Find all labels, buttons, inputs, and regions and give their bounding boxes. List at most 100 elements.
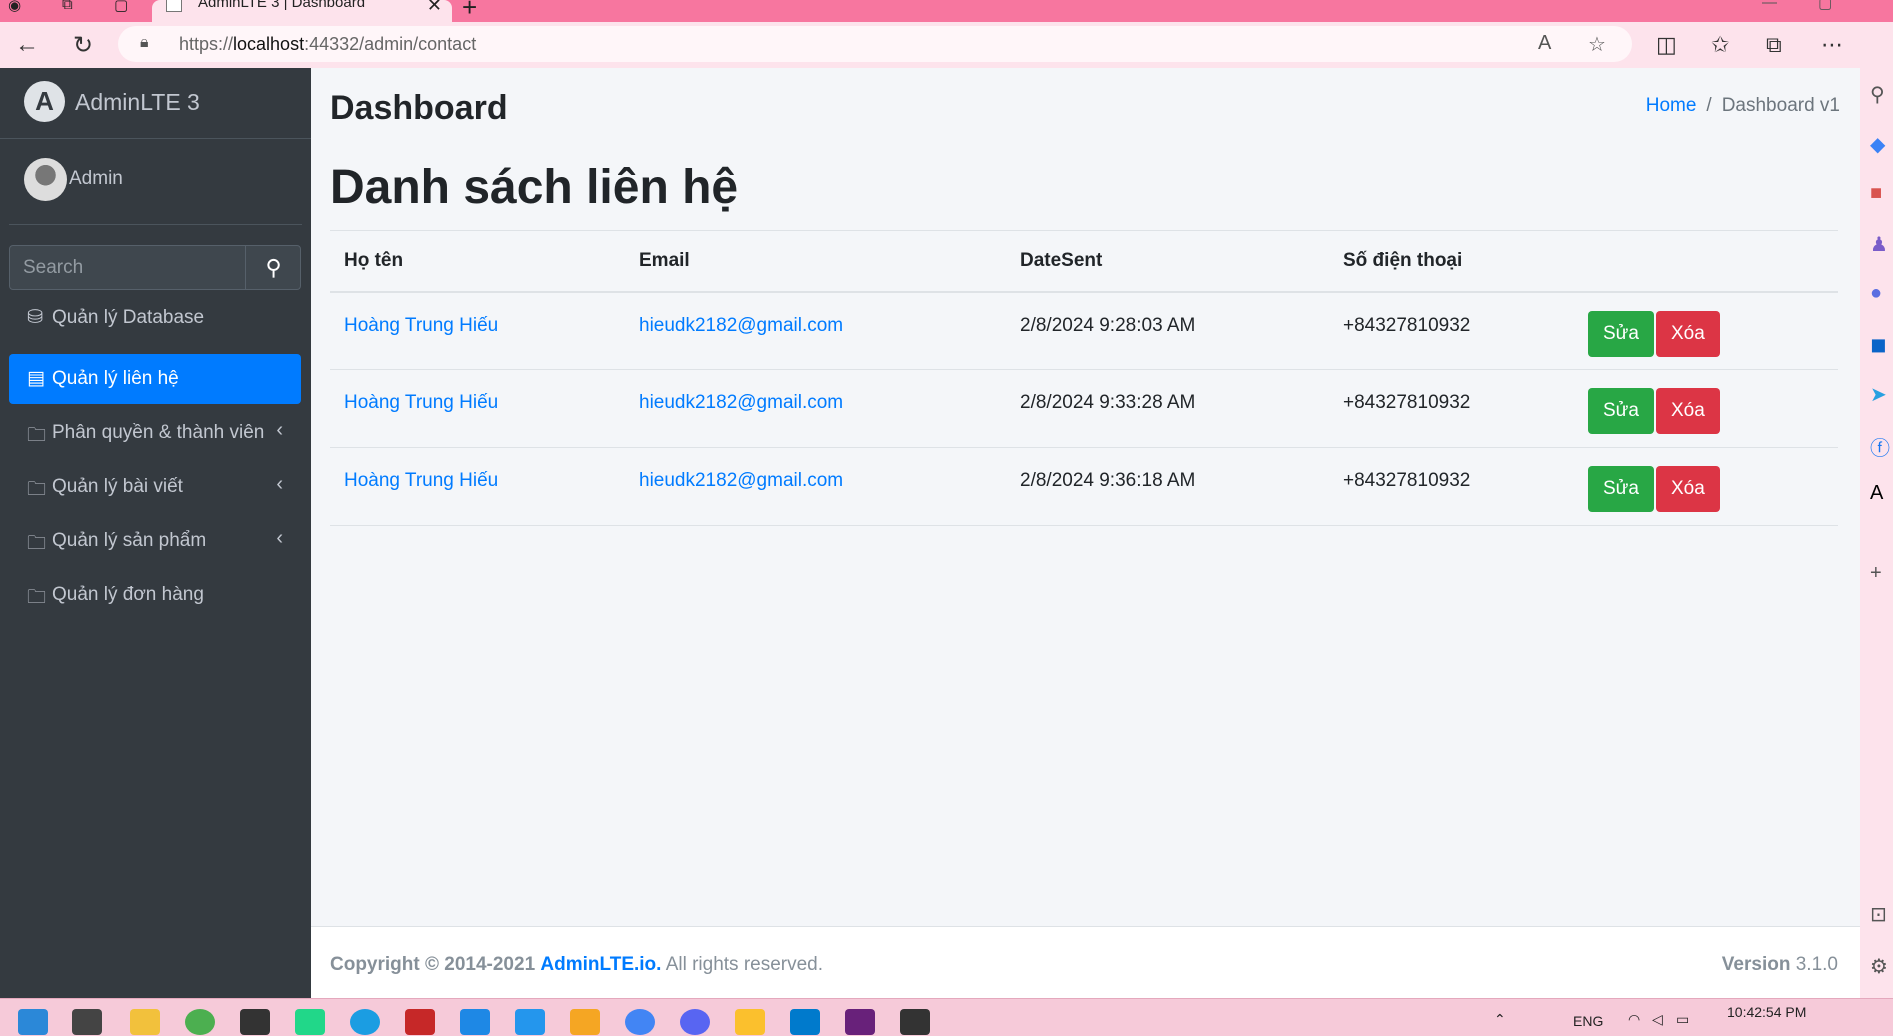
pycharm-icon[interactable] xyxy=(295,1009,325,1035)
brand-link[interactable]: A AdminLTE 3 xyxy=(0,68,311,139)
user-panel xyxy=(9,139,302,225)
wifi-icon[interactable]: ◠ xyxy=(1628,1011,1640,1028)
delete-button[interactable]: Xóa xyxy=(1655,388,1720,434)
font-app-icon[interactable]: A xyxy=(1870,482,1883,505)
terminal-icon[interactable] xyxy=(900,1009,930,1035)
contact-email-link[interactable]: hieudk2182@gmail.com xyxy=(639,470,843,491)
app-icon[interactable] xyxy=(570,1009,600,1035)
language-indicator[interactable]: ENG xyxy=(1573,1013,1603,1029)
delete-button[interactable]: Xóa xyxy=(1655,310,1720,357)
tools-icon[interactable]: ■ xyxy=(1870,182,1882,205)
games-icon[interactable]: ♟ xyxy=(1870,232,1888,257)
page-title: Danh sách liên hệ xyxy=(330,161,739,214)
discord-icon[interactable] xyxy=(680,1009,710,1035)
browser-tab-active[interactable]: AdminLTE 3 | Dashboard ✕ xyxy=(152,0,452,22)
sidebar-item-orders[interactable]: 🗀︎ Quản lý đơn hàng xyxy=(9,570,301,620)
battery-icon[interactable]: ▭ xyxy=(1676,1011,1689,1028)
database-icon: ⛁ xyxy=(27,307,43,328)
workspaces-icon[interactable]: ⧉ xyxy=(62,0,73,13)
minimize-icon[interactable]: — xyxy=(1762,0,1777,11)
footer-version: Version 3.1.0 xyxy=(1722,954,1838,976)
footer-brand-link[interactable]: AdminLTE.io. xyxy=(540,954,661,975)
read-aloud-icon[interactable]: A xyxy=(1538,32,1551,55)
sidebar-item-posts[interactable]: 🗀︎ Quản lý bài viết ‹ xyxy=(9,462,301,512)
user-name[interactable]: Admin xyxy=(69,168,123,190)
url-text[interactable]: https://localhost:44332/admin/contact xyxy=(179,34,476,55)
chevron-left-icon: ‹ xyxy=(276,419,283,441)
contact-date: 2/8/2024 9:36:18 AM xyxy=(1006,447,1329,526)
back-icon[interactable]: ← xyxy=(12,31,42,59)
more-icon[interactable]: ⋯ xyxy=(1821,32,1843,58)
favorite-star-icon[interactable]: ☆ xyxy=(1588,32,1606,57)
table-header-row: Họ tên Email DateSent Số điện thoại xyxy=(330,230,1838,293)
screenshot-icon[interactable]: ⊡ xyxy=(1870,902,1887,927)
search-input[interactable] xyxy=(10,246,245,289)
app-icon[interactable] xyxy=(460,1009,490,1035)
tab-title: AdminLTE 3 | Dashboard xyxy=(198,0,366,11)
column-header-actions xyxy=(1574,230,1838,293)
profile-icon[interactable]: ◉ xyxy=(8,0,21,14)
tray-chevron-icon[interactable]: ⌃ xyxy=(1494,1011,1506,1028)
facebook-icon[interactable]: ⓕ xyxy=(1870,432,1890,461)
start-icon[interactable] xyxy=(18,1009,48,1035)
copilot-icon[interactable]: ● xyxy=(1870,282,1882,305)
contact-email-link[interactable]: hieudk2182@gmail.com xyxy=(639,315,843,336)
sidebar-item-database[interactable]: ⛁ Quản lý Database xyxy=(9,293,301,343)
breadcrumb-home-link[interactable]: Home xyxy=(1646,95,1697,116)
lock-icon[interactable]: 🔒︎ xyxy=(140,34,149,52)
edit-button[interactable]: Sửa xyxy=(1588,466,1654,512)
vscode-icon[interactable] xyxy=(790,1009,820,1035)
tab-close-icon[interactable]: ✕ xyxy=(427,0,442,16)
refresh-icon[interactable]: ↻ xyxy=(68,31,98,60)
sidebar-item-label: Quản lý liên hệ xyxy=(52,368,179,389)
contact-email-link[interactable]: hieudk2182@gmail.com xyxy=(639,392,843,413)
outlook-icon[interactable]: ◼ xyxy=(1870,332,1887,357)
contact-name-link[interactable]: Hoàng Trung Hiếu xyxy=(344,470,498,491)
app-icon[interactable] xyxy=(405,1009,435,1035)
settings-icon[interactable]: ⚙ xyxy=(1870,954,1888,979)
tab-favicon-icon xyxy=(166,0,182,12)
folder-icon: 🗀︎ xyxy=(27,533,47,554)
shopping-icon[interactable]: ◆ xyxy=(1870,132,1885,157)
split-screen-icon[interactable]: ◫ xyxy=(1656,32,1677,58)
sidebar-search: ⚲ xyxy=(9,245,301,290)
search-icon[interactable]: ⚲ xyxy=(1870,82,1885,107)
docker-icon[interactable] xyxy=(515,1009,545,1035)
sidebar-item-contacts[interactable]: ▤ Quản lý liên hệ xyxy=(9,354,301,404)
clock[interactable]: 10:42:54 PM xyxy=(1727,1004,1806,1020)
contact-name-link[interactable]: Hoàng Trung Hiếu xyxy=(344,315,498,336)
visual-studio-icon[interactable] xyxy=(845,1009,875,1035)
app-icon[interactable] xyxy=(735,1009,765,1035)
add-icon[interactable]: + xyxy=(1870,562,1882,585)
sidebar-item-permissions[interactable]: 🗀︎ Phân quyền & thành viên ‹ xyxy=(9,408,301,458)
sidebar-item-label: Phân quyền & thành viên xyxy=(52,422,265,443)
column-header-phone: Số điện thoại xyxy=(1329,230,1574,293)
maximize-icon[interactable]: ▢ xyxy=(1818,0,1832,12)
table-row: Hoàng Trung Hiếu hieudk2182@gmail.com 2/… xyxy=(330,369,1838,448)
task-view-icon[interactable] xyxy=(72,1009,102,1035)
address-bar[interactable]: 🔒︎ https://localhost:44332/admin/contact… xyxy=(118,26,1632,62)
send-icon[interactable]: ➤ xyxy=(1870,382,1887,407)
file-explorer-icon[interactable] xyxy=(130,1009,160,1035)
chrome-icon[interactable] xyxy=(185,1009,215,1035)
edit-button[interactable]: Sửa xyxy=(1588,388,1654,434)
goland-icon[interactable] xyxy=(240,1009,270,1035)
collections-icon[interactable]: ⧉ xyxy=(1766,32,1782,58)
sidebar-item-products[interactable]: 🗀︎ Quản lý sản phẩm ‹ xyxy=(9,516,301,566)
edge-icon[interactable] xyxy=(350,1009,380,1035)
favorites-icon[interactable]: ✩ xyxy=(1711,32,1729,58)
tab-actions-icon[interactable]: ▢ xyxy=(114,0,128,14)
contacts-table: Họ tên Email DateSent Số điện thoại Hoàn… xyxy=(330,230,1838,526)
sidebar-item-label: Quản lý đơn hàng xyxy=(52,584,204,605)
search-button[interactable]: ⚲ xyxy=(245,246,301,289)
edit-button[interactable]: Sửa xyxy=(1588,310,1654,357)
volume-icon[interactable]: ◁ xyxy=(1652,1011,1663,1028)
footer: Copyright © 2014-2021 AdminLTE.io. All r… xyxy=(311,926,1860,998)
chrome-icon[interactable] xyxy=(625,1009,655,1035)
new-tab-icon[interactable]: + xyxy=(462,0,477,23)
contact-name-link[interactable]: Hoàng Trung Hiếu xyxy=(344,392,498,413)
app-window: A AdminLTE 3 Admin ⚲ ⛁ Quản lý Database … xyxy=(0,68,1860,998)
rights-text: All rights reserved. xyxy=(665,954,824,975)
table-row: Hoàng Trung Hiếu hieudk2182@gmail.com 2/… xyxy=(330,447,1838,526)
delete-button[interactable]: Xóa xyxy=(1655,466,1720,512)
